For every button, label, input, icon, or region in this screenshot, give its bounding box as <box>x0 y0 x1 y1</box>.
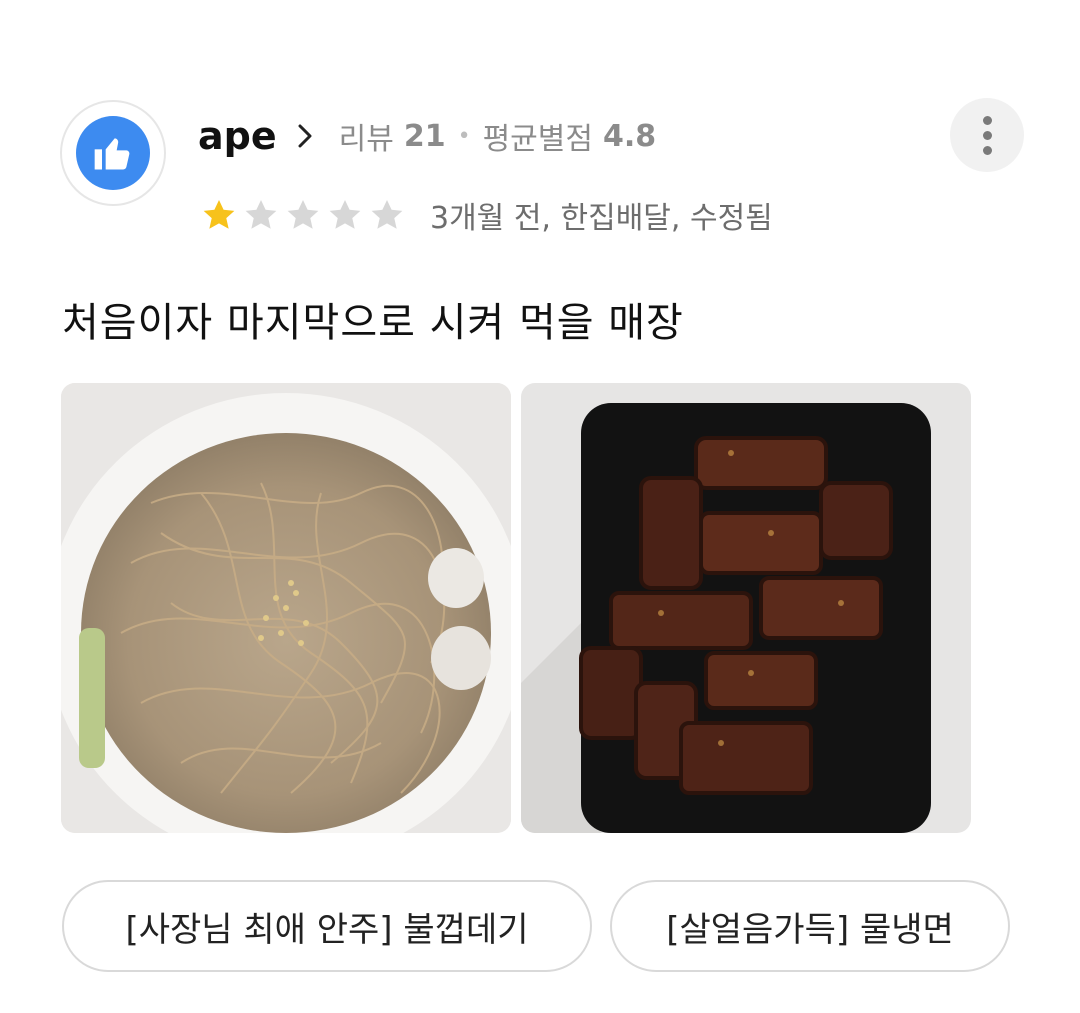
more-dot-icon <box>982 130 992 140</box>
review-count: 21 <box>403 118 446 154</box>
review-photo-bulkkeopdegi[interactable] <box>521 383 971 833</box>
chevron-right-icon[interactable] <box>297 123 313 149</box>
rating-row: 3개월 전, 한집배달, 수정됨 <box>200 192 773 238</box>
review-count-label: 리뷰 <box>338 122 394 157</box>
review-text: 처음이자 마지막으로 시켜 먹을 매장 <box>62 300 684 346</box>
reviewer-name[interactable]: ape <box>198 114 277 158</box>
avatar[interactable] <box>60 100 166 206</box>
star-empty-icon <box>287 199 319 229</box>
more-options-button[interactable] <box>950 98 1024 172</box>
reviewer-stats: 리뷰 21 • 평균별점 4.8 <box>339 114 657 158</box>
thumbs-up-icon <box>76 116 150 190</box>
avg-rating-label: 평균별점 <box>482 122 593 157</box>
star-empty-icon <box>371 199 403 229</box>
avg-rating: 4.8 <box>602 118 657 154</box>
menu-item-chip[interactable]: [살얼음가득] 물냉면 <box>610 880 1010 972</box>
separator-dot: • <box>457 123 471 149</box>
star-filled-icon <box>203 199 235 229</box>
star-rating <box>200 196 410 234</box>
review-meta: 3개월 전, 한집배달, 수정됨 <box>430 201 773 236</box>
menu-item-chip[interactable]: [사장님 최애 안주] 불껍데기 <box>62 880 592 972</box>
star-empty-icon <box>329 199 361 229</box>
reviewer-header: ape 리뷰 21 • 평균별점 4.8 <box>198 110 656 162</box>
more-dot-icon <box>982 115 992 125</box>
star-empty-icon <box>245 199 277 229</box>
review-photo-naengmyeon[interactable] <box>61 383 511 833</box>
more-dot-icon <box>982 145 992 155</box>
